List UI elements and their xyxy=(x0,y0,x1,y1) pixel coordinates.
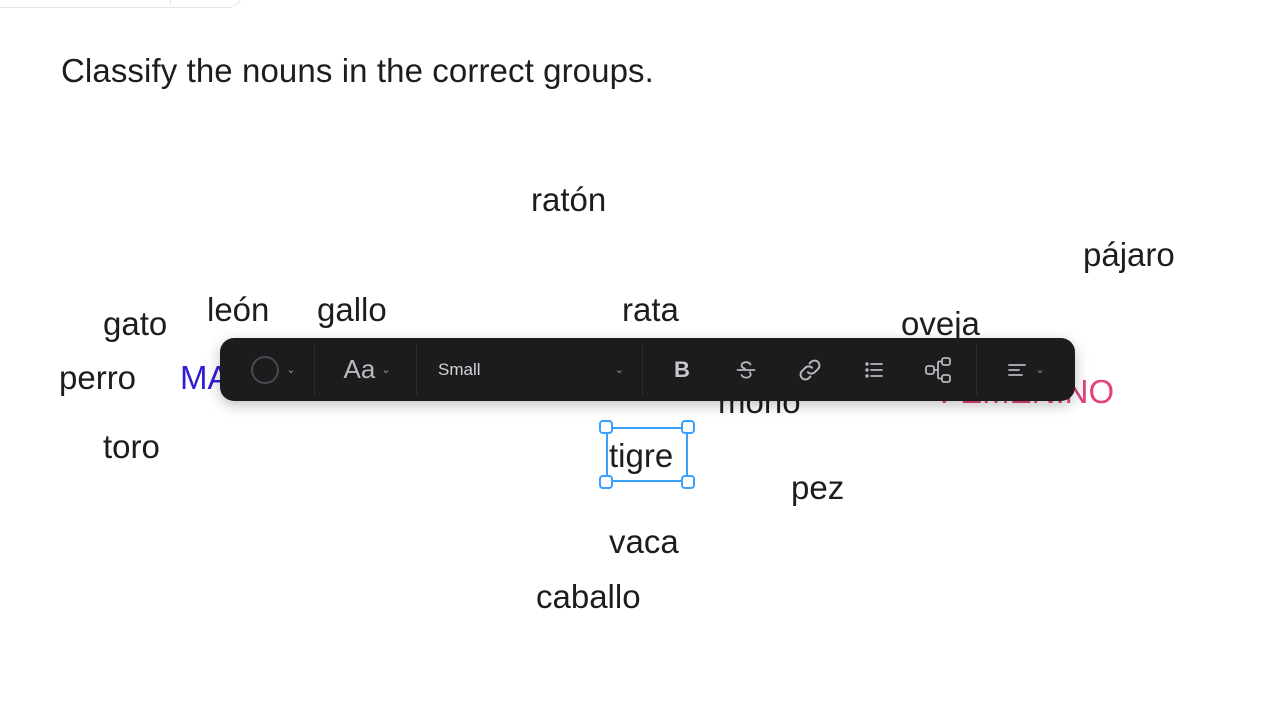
chevron-down-icon: ⌄ xyxy=(286,364,296,376)
diagram-icon xyxy=(923,355,953,385)
resize-handle-top-right[interactable] xyxy=(681,420,695,434)
font-size-label: Small xyxy=(438,359,481,379)
word-card-rata[interactable]: rata xyxy=(622,290,679,330)
word-card-leon[interactable]: león xyxy=(207,290,269,330)
chevron-down-icon: ⌄ xyxy=(381,364,391,376)
word-card-toro[interactable]: toro xyxy=(103,427,160,467)
bold-label: B xyxy=(674,356,690,382)
word-card-pez[interactable]: pez xyxy=(791,468,844,508)
strikethrough-button[interactable] xyxy=(714,338,778,401)
chevron-down-icon: ⌄ xyxy=(1035,364,1045,376)
font-style-label: Aa xyxy=(343,354,376,384)
diagram-button[interactable] xyxy=(906,338,970,401)
resize-handle-bottom-left[interactable] xyxy=(599,475,613,489)
color-picker-button[interactable]: ⌄ xyxy=(232,338,314,401)
instructions-text: Classify the nouns in the correct groups… xyxy=(61,52,654,89)
formatting-toolbar: ⌄ Aa ⌄ Small ⌄ B ⌄ xyxy=(220,338,1075,401)
font-size-dropdown[interactable]: Small ⌄ xyxy=(420,338,642,401)
word-card-raton[interactable]: ratón xyxy=(531,180,606,220)
top-bar-fragment xyxy=(0,0,242,8)
word-card-gato[interactable]: gato xyxy=(103,304,167,344)
resize-handle-top-left[interactable] xyxy=(599,420,613,434)
bulleted-list-icon xyxy=(862,358,886,382)
resize-handle-bottom-right[interactable] xyxy=(681,475,695,489)
link-button[interactable] xyxy=(778,338,842,401)
top-bar-divider xyxy=(170,0,171,4)
toolbar-divider xyxy=(976,344,977,395)
selection-box xyxy=(606,427,688,482)
bulleted-list-button[interactable] xyxy=(842,338,906,401)
word-card-perro[interactable]: perro xyxy=(59,358,136,398)
word-card-gallo[interactable]: gallo xyxy=(317,290,387,330)
word-card-vaca[interactable]: vaca xyxy=(609,522,679,562)
align-left-icon xyxy=(1005,358,1029,382)
toolbar-divider xyxy=(416,344,417,395)
font-style-button[interactable]: Aa ⌄ xyxy=(320,338,414,401)
chevron-down-icon: ⌄ xyxy=(614,364,624,376)
strikethrough-icon xyxy=(734,358,758,382)
align-button[interactable]: ⌄ xyxy=(982,338,1068,401)
toolbar-divider xyxy=(642,344,643,395)
color-circle-icon xyxy=(250,355,280,385)
link-icon xyxy=(797,357,823,383)
word-card-pajaro[interactable]: pájaro xyxy=(1083,235,1175,275)
word-card-caballo[interactable]: caballo xyxy=(536,577,641,617)
bold-button[interactable]: B xyxy=(650,338,714,401)
toolbar-divider xyxy=(314,344,315,395)
